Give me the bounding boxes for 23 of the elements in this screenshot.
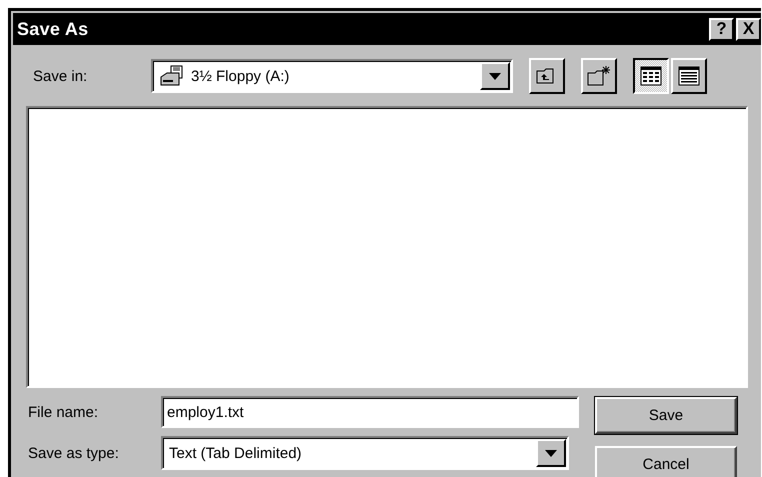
dropdown-button[interactable] bbox=[536, 439, 566, 467]
file-name-field[interactable]: employ1.txt bbox=[161, 396, 579, 428]
window-title: Save As bbox=[17, 18, 88, 40]
save-button[interactable]: Save bbox=[595, 397, 737, 434]
dropdown-arrow-icon bbox=[545, 450, 557, 456]
save-in-label: Save in: bbox=[33, 68, 88, 84]
help-button[interactable]: ? bbox=[709, 18, 734, 40]
details-view-icon bbox=[678, 66, 700, 86]
save-as-type-label: Save as type: bbox=[28, 444, 120, 462]
close-button[interactable]: X bbox=[736, 18, 761, 40]
up-folder-button[interactable] bbox=[529, 58, 565, 94]
details-view-button[interactable] bbox=[671, 58, 707, 94]
list-view-icon bbox=[640, 66, 662, 86]
cancel-button[interactable]: Cancel bbox=[595, 446, 737, 477]
save-as-type-dropdown[interactable]: Text (Tab Delimited) bbox=[161, 436, 569, 470]
new-folder-icon bbox=[586, 65, 612, 87]
floppy-drive-icon bbox=[159, 65, 185, 87]
save-in-dropdown[interactable]: 3½ Floppy (A:) bbox=[151, 59, 513, 93]
dropdown-button[interactable] bbox=[480, 62, 510, 90]
list-view-button[interactable] bbox=[633, 58, 669, 94]
new-folder-button[interactable] bbox=[581, 58, 617, 94]
file-name-label: File name: bbox=[28, 404, 100, 420]
dropdown-arrow-icon bbox=[489, 72, 501, 80]
